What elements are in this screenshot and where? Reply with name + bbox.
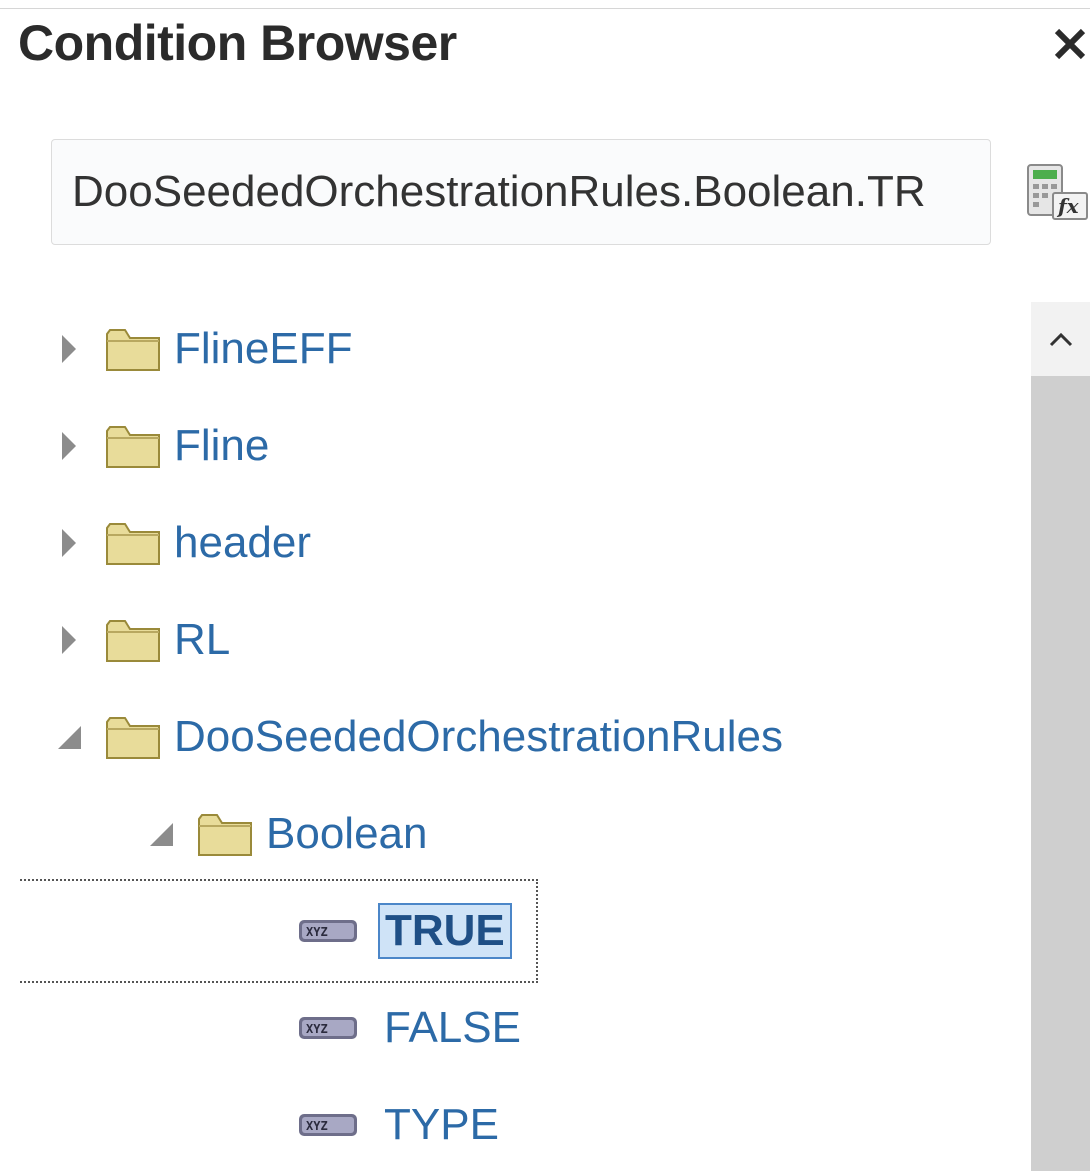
folder-icon <box>104 421 162 471</box>
tree-item-header[interactable]: header <box>52 494 311 591</box>
variable-icon: XYZ <box>298 916 358 946</box>
condition-path-input[interactable]: DooSeededOrchestrationRules.Boolean.TR <box>51 139 991 245</box>
tree-item-type[interactable]: XYZ TYPE <box>298 1076 499 1171</box>
top-divider <box>0 8 1090 9</box>
tree-item-flineeff[interactable]: FlineEFF <box>52 300 352 397</box>
close-button[interactable] <box>1050 20 1090 68</box>
variable-icon: XYZ <box>298 1110 358 1140</box>
tree-item-dooseededorchestrationrules[interactable]: DooSeededOrchestrationRules <box>52 688 783 785</box>
tree-item-label[interactable]: TRUE <box>378 902 512 959</box>
tree-item-label[interactable]: DooSeededOrchestrationRules <box>174 712 783 762</box>
expand-triangle-icon[interactable] <box>52 421 86 471</box>
variable-icon: XYZ <box>298 1013 358 1043</box>
tree-item-rl[interactable]: RL <box>52 591 230 688</box>
folder-icon <box>196 809 254 859</box>
expand-triangle-icon[interactable] <box>52 518 86 568</box>
folder-icon <box>104 518 162 568</box>
svg-text:XYZ: XYZ <box>306 1119 328 1133</box>
svg-text:XYZ: XYZ <box>306 1022 328 1036</box>
tree-item-true[interactable]: XYZ TRUE <box>298 882 512 979</box>
svg-text:XYZ: XYZ <box>306 925 328 939</box>
expand-triangle-icon[interactable] <box>52 615 86 665</box>
folder-icon <box>104 712 162 762</box>
tree-item-fline[interactable]: Fline <box>52 397 269 494</box>
scroll-up-button[interactable] <box>1031 302 1090 376</box>
tree-item-false[interactable]: XYZ FALSE <box>298 979 521 1076</box>
tree-item-label[interactable]: FlineEFF <box>174 324 352 374</box>
folder-icon <box>104 324 162 374</box>
chevron-up-icon <box>1049 332 1072 347</box>
svg-text:fx: fx <box>1056 194 1080 218</box>
folder-icon <box>104 615 162 665</box>
collapse-triangle-icon[interactable] <box>144 809 178 859</box>
tree-item-label[interactable]: Fline <box>174 421 269 471</box>
tree-item-label[interactable]: header <box>174 518 311 568</box>
scroll-track[interactable] <box>1031 376 1090 1171</box>
collapse-triangle-icon[interactable] <box>52 712 86 762</box>
tree-item-label[interactable]: TYPE <box>384 1100 499 1150</box>
tree-item-label[interactable]: FALSE <box>384 1003 521 1053</box>
expand-triangle-icon[interactable] <box>52 324 86 374</box>
vertical-scrollbar[interactable] <box>1031 302 1090 1171</box>
expression-builder-button[interactable]: fx <box>1025 163 1090 223</box>
tree-item-boolean[interactable]: Boolean <box>144 785 427 882</box>
tree-item-label[interactable]: Boolean <box>266 809 427 859</box>
condition-browser-dialog: Condition Browser DooSeededOrchestration… <box>0 0 1090 1171</box>
close-icon <box>1054 28 1086 60</box>
expression-builder-icon: fx <box>1027 164 1088 220</box>
dialog-title: Condition Browser <box>18 15 457 71</box>
tree-item-label[interactable]: RL <box>174 615 230 665</box>
